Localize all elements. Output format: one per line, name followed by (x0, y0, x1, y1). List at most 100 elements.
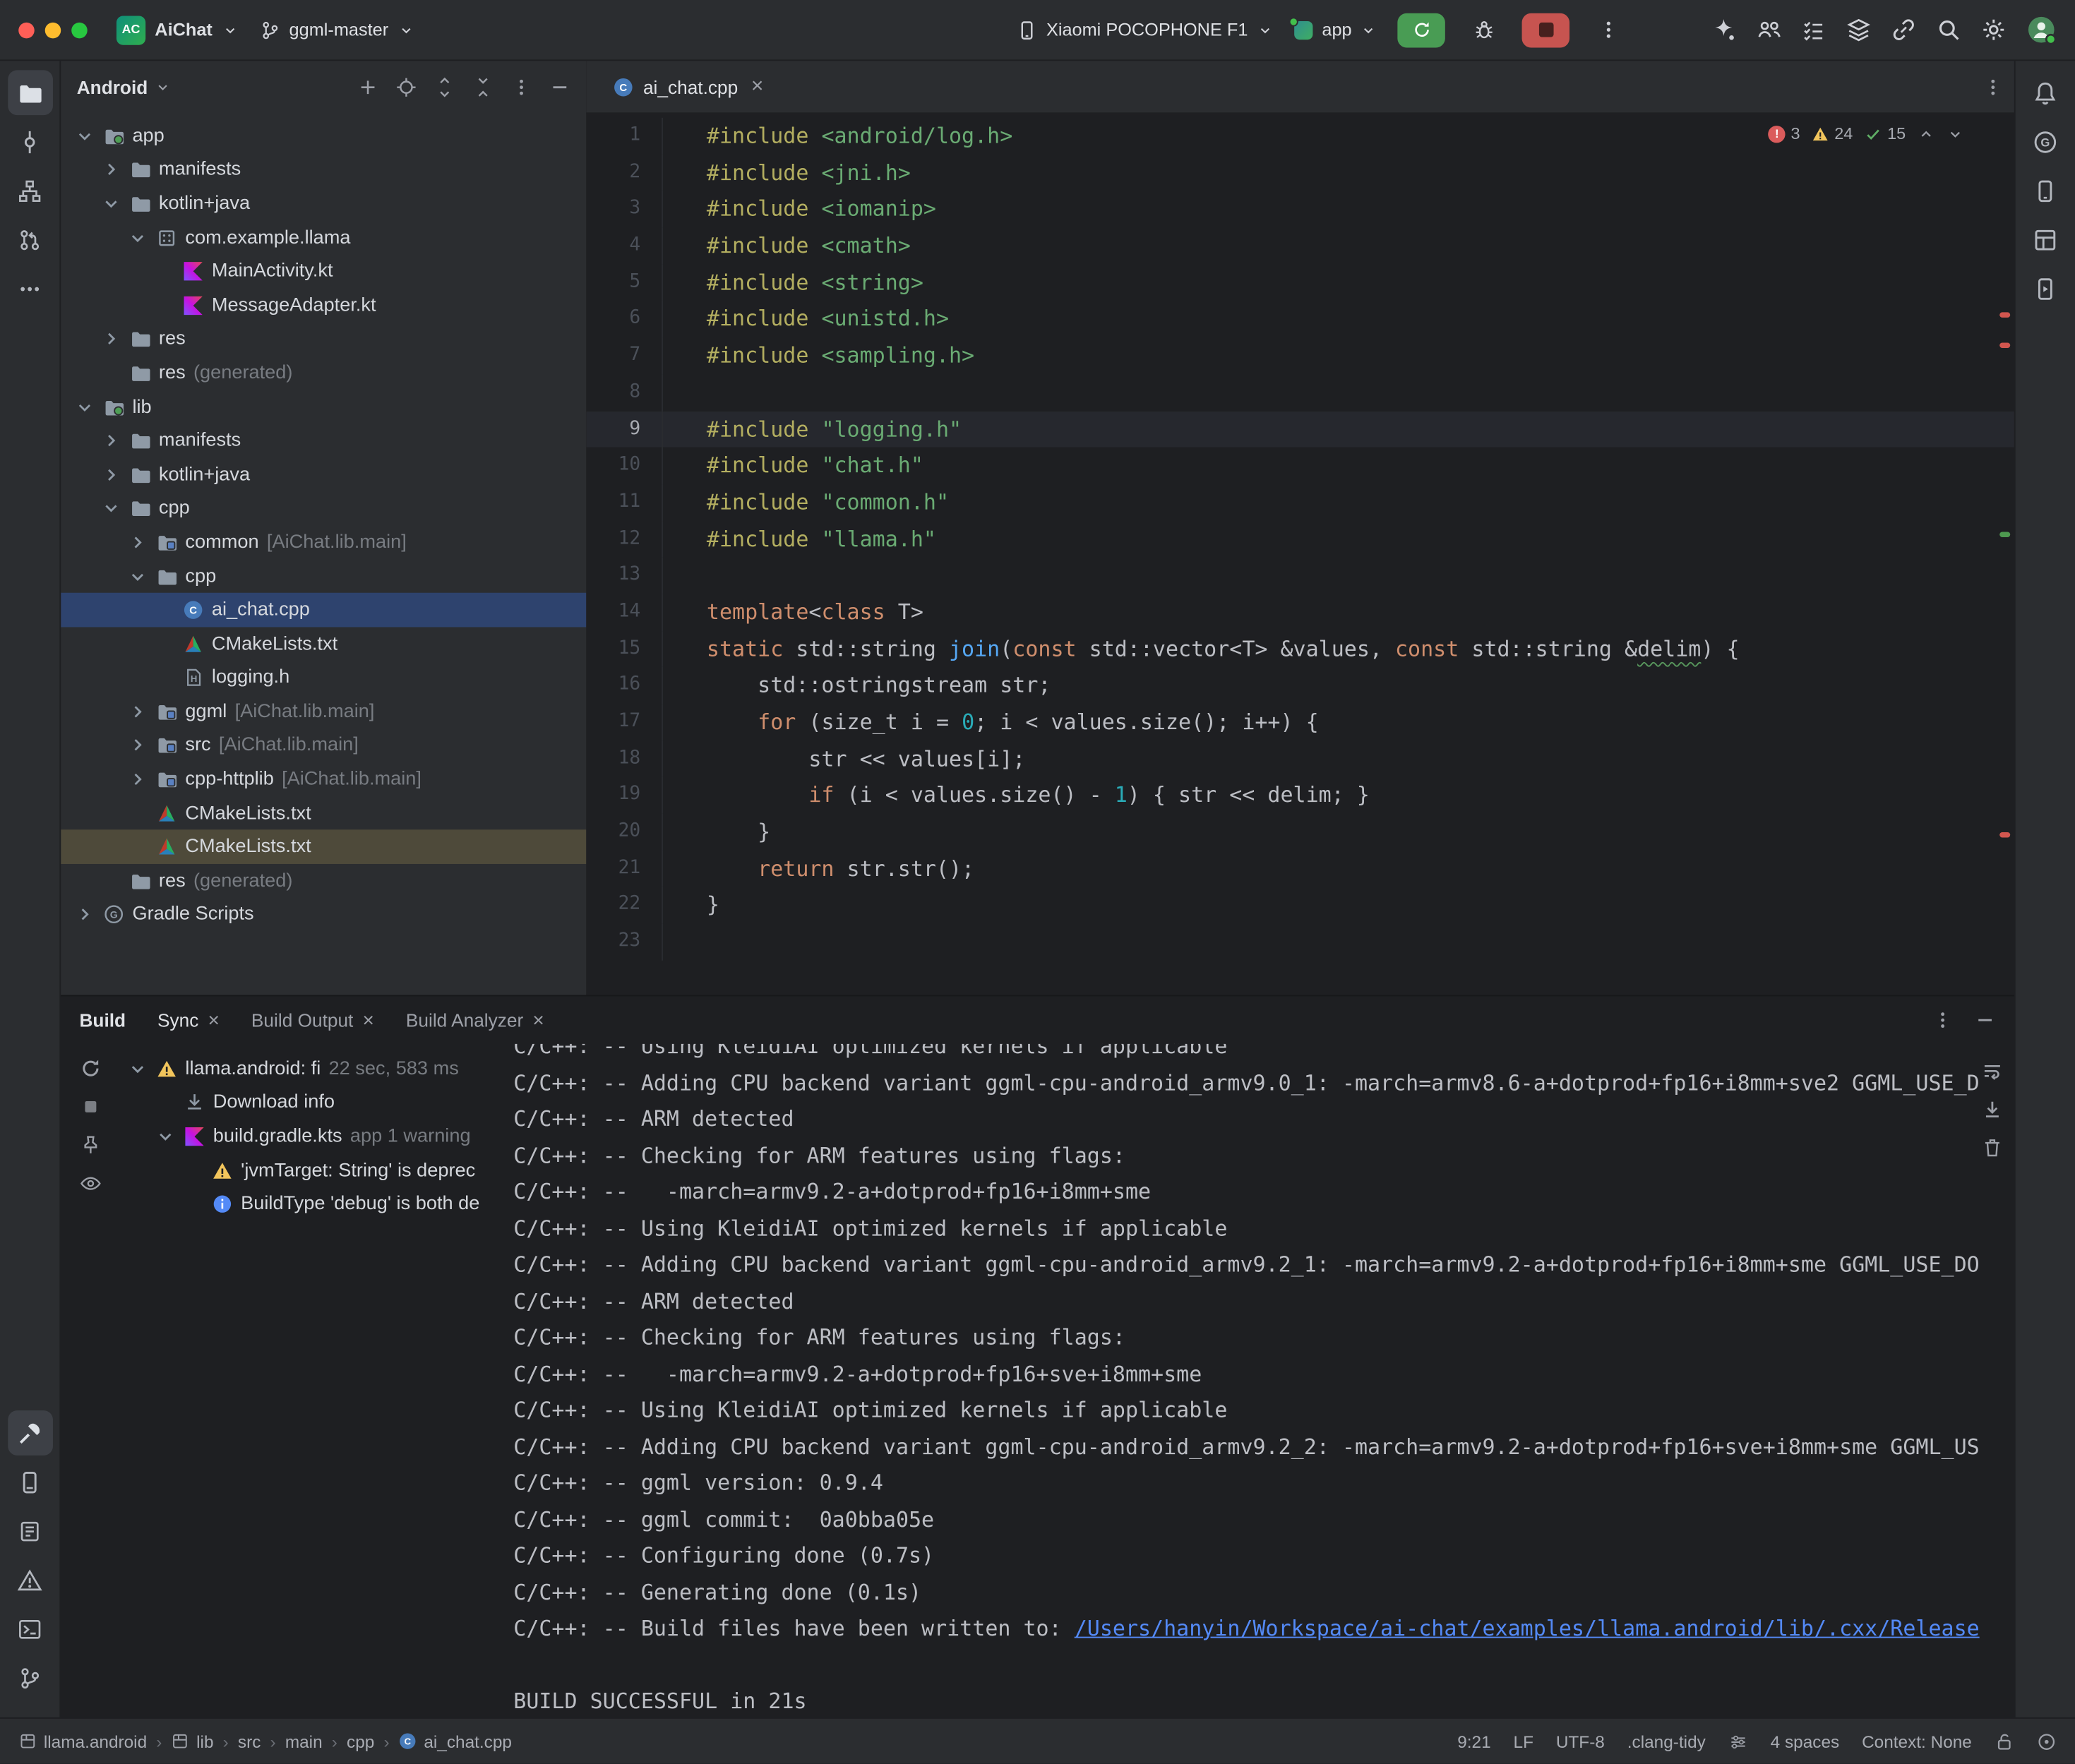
hide-panel-button[interactable] (1975, 1009, 1996, 1031)
device-explorer-icon[interactable] (7, 1459, 52, 1504)
chevron-right-icon[interactable] (74, 904, 95, 925)
project-widget[interactable]: AC AiChat (116, 16, 238, 44)
line-number-12[interactable]: 12 (586, 521, 663, 558)
tree-item-gradle-scripts[interactable]: GGradle Scripts (61, 898, 586, 932)
tree-item-kotlin-java[interactable]: kotlin+java (61, 457, 586, 491)
tree-item-common[interactable]: common[AiChat.lib.main] (61, 525, 586, 559)
chevron-right-icon[interactable] (127, 769, 148, 790)
code-line-7[interactable]: 7#include <sampling.h> (586, 337, 2014, 374)
build-options-button[interactable] (1932, 1009, 1954, 1031)
breadcrumb-llama-android[interactable]: llama.android (18, 1732, 147, 1751)
more-v-button[interactable] (511, 77, 532, 98)
chevron-right-icon[interactable] (100, 430, 121, 451)
file-encoding[interactable]: UTF-8 (1556, 1732, 1605, 1751)
tree-item-ggml[interactable]: ggml[AiChat.lib.main] (61, 695, 586, 728)
line-number-4[interactable]: 4 (586, 228, 663, 265)
error-stripe-mark[interactable] (1999, 312, 2010, 317)
line-number-23[interactable]: 23 (586, 924, 663, 961)
gradle-icon[interactable]: G (2023, 119, 2068, 164)
device-manager-icon[interactable] (2023, 168, 2068, 213)
pull-requests-icon[interactable] (7, 217, 52, 262)
breadcrumb-main[interactable]: main (285, 1732, 323, 1751)
profile-icon[interactable] (2026, 15, 2057, 45)
code-line-15[interactable]: 15static std::string join(const std::vec… (586, 630, 2014, 667)
line-number-8[interactable]: 8 (586, 374, 663, 411)
tree-item-cmakelists-txt[interactable]: CMakeLists.txt (61, 830, 586, 864)
line-number-20[interactable]: 20 (586, 814, 663, 851)
scrolldown-button[interactable] (1981, 1098, 2004, 1121)
line-number-21[interactable]: 21 (586, 851, 663, 887)
error-stripe-mark[interactable] (1999, 342, 2010, 347)
problems-icon[interactable] (7, 1557, 52, 1602)
line-number-3[interactable]: 3 (586, 191, 663, 228)
line-number-16[interactable]: 16 (586, 667, 663, 704)
settings-icon[interactable] (1981, 17, 2007, 42)
build-tree-item-build-gradle-kts[interactable]: build.gradle.ktsapp 1 warning (119, 1120, 503, 1153)
build-tree-item-llama-android-fi[interactable]: llama.android: fi22 sec, 583 ms (119, 1052, 503, 1086)
trash-button[interactable] (1981, 1136, 2004, 1159)
code-line-6[interactable]: 6#include <unistd.h> (586, 301, 2014, 337)
minimize-window-button[interactable] (45, 22, 61, 37)
code-line-8[interactable]: 8 (586, 374, 2014, 411)
collapse-all-button[interactable] (472, 77, 494, 98)
tree-item-src[interactable]: src[AiChat.lib.main] (61, 728, 586, 762)
chevron-down-icon[interactable] (127, 565, 148, 587)
breadcrumb-lib[interactable]: lib (172, 1732, 214, 1751)
tab-options-button[interactable] (1983, 76, 2004, 97)
chevron-right-icon[interactable] (127, 532, 148, 553)
build-icon[interactable] (7, 1410, 52, 1456)
project-view-selector[interactable]: Android (77, 77, 170, 98)
line-number-14[interactable]: 14 (586, 594, 663, 630)
code-line-3[interactable]: 3#include <iomanip> (586, 191, 2014, 228)
tree-item-manifests[interactable]: manifests (61, 424, 586, 457)
line-number-7[interactable]: 7 (586, 337, 663, 374)
chevron-down-icon[interactable] (100, 498, 121, 519)
context-widget[interactable]: Context: None (1862, 1732, 1972, 1751)
close-tab-icon[interactable]: × (208, 1010, 220, 1030)
build-tab-build-analyzer[interactable]: Build Analyzer× (406, 1009, 544, 1031)
code-line-5[interactable]: 5#include <string> (586, 264, 2014, 301)
rerun-button[interactable] (79, 1057, 102, 1080)
tree-item-lib[interactable]: lib (61, 390, 586, 424)
close-window-button[interactable] (18, 22, 34, 37)
line-number-22[interactable]: 22 (586, 887, 663, 924)
chevron-right-icon[interactable] (127, 701, 148, 722)
plus-button[interactable] (357, 77, 378, 98)
code-editor[interactable]: 1#include <android/log.h>2#include <jni.… (586, 114, 2014, 995)
run-configuration-selector[interactable]: app (1294, 20, 1377, 40)
line-number-6[interactable]: 6 (586, 301, 663, 337)
code-line-19[interactable]: 19 if (i < values.size() - 1) { str << d… (586, 777, 2014, 814)
code-line-21[interactable]: 21 return str.str(); (586, 851, 2014, 887)
line-number-9[interactable]: 9 (586, 411, 663, 448)
previous-problem-button[interactable] (1918, 125, 1935, 142)
build-tree-item-buildtype-debug-is-both-de[interactable]: BuildType 'debug' is both de (119, 1187, 503, 1221)
stopsq-button[interactable] (79, 1096, 102, 1118)
branch-widget[interactable]: ggml-master (258, 19, 413, 40)
close-tab-icon[interactable]: × (532, 1010, 544, 1030)
next-problem-button[interactable] (1947, 125, 1963, 142)
console-link[interactable]: /Users/hanyin/Workspace/ai-chat/examples… (1075, 1616, 1980, 1641)
status-indicator-icon[interactable] (2037, 1732, 2057, 1751)
code-with-me-icon[interactable] (1756, 17, 1781, 42)
code-line-22[interactable]: 22} (586, 887, 2014, 924)
eye-button[interactable] (79, 1172, 102, 1195)
layout-inspector-icon[interactable] (2023, 217, 2068, 262)
code-line-20[interactable]: 20 } (586, 814, 2014, 851)
terminal-icon[interactable] (7, 1607, 52, 1652)
structure-icon[interactable] (7, 168, 52, 213)
breadcrumb-ai-chat-cpp[interactable]: Cai_chat.cpp (399, 1732, 512, 1751)
line-number-13[interactable]: 13 (586, 558, 663, 594)
code-line-10[interactable]: 10#include "chat.h" (586, 448, 2014, 484)
commit-icon[interactable] (7, 119, 52, 164)
line-number-15[interactable]: 15 (586, 630, 663, 667)
debug-button[interactable] (1467, 13, 1502, 47)
tree-item-cmakelists-txt[interactable]: CMakeLists.txt (61, 796, 586, 830)
more-tool-windows-icon[interactable] (7, 266, 52, 311)
code-style-icon[interactable] (1728, 1732, 1748, 1751)
code-analysis-widget[interactable]: !3 24 15 (1769, 124, 1964, 143)
cursor-position[interactable]: 9:21 (1457, 1732, 1490, 1751)
line-number-2[interactable]: 2 (586, 155, 663, 191)
code-line-17[interactable]: 17 for (size_t i = 0; i < values.size();… (586, 704, 2014, 740)
line-number-11[interactable]: 11 (586, 484, 663, 521)
search-icon[interactable] (1936, 17, 1961, 42)
